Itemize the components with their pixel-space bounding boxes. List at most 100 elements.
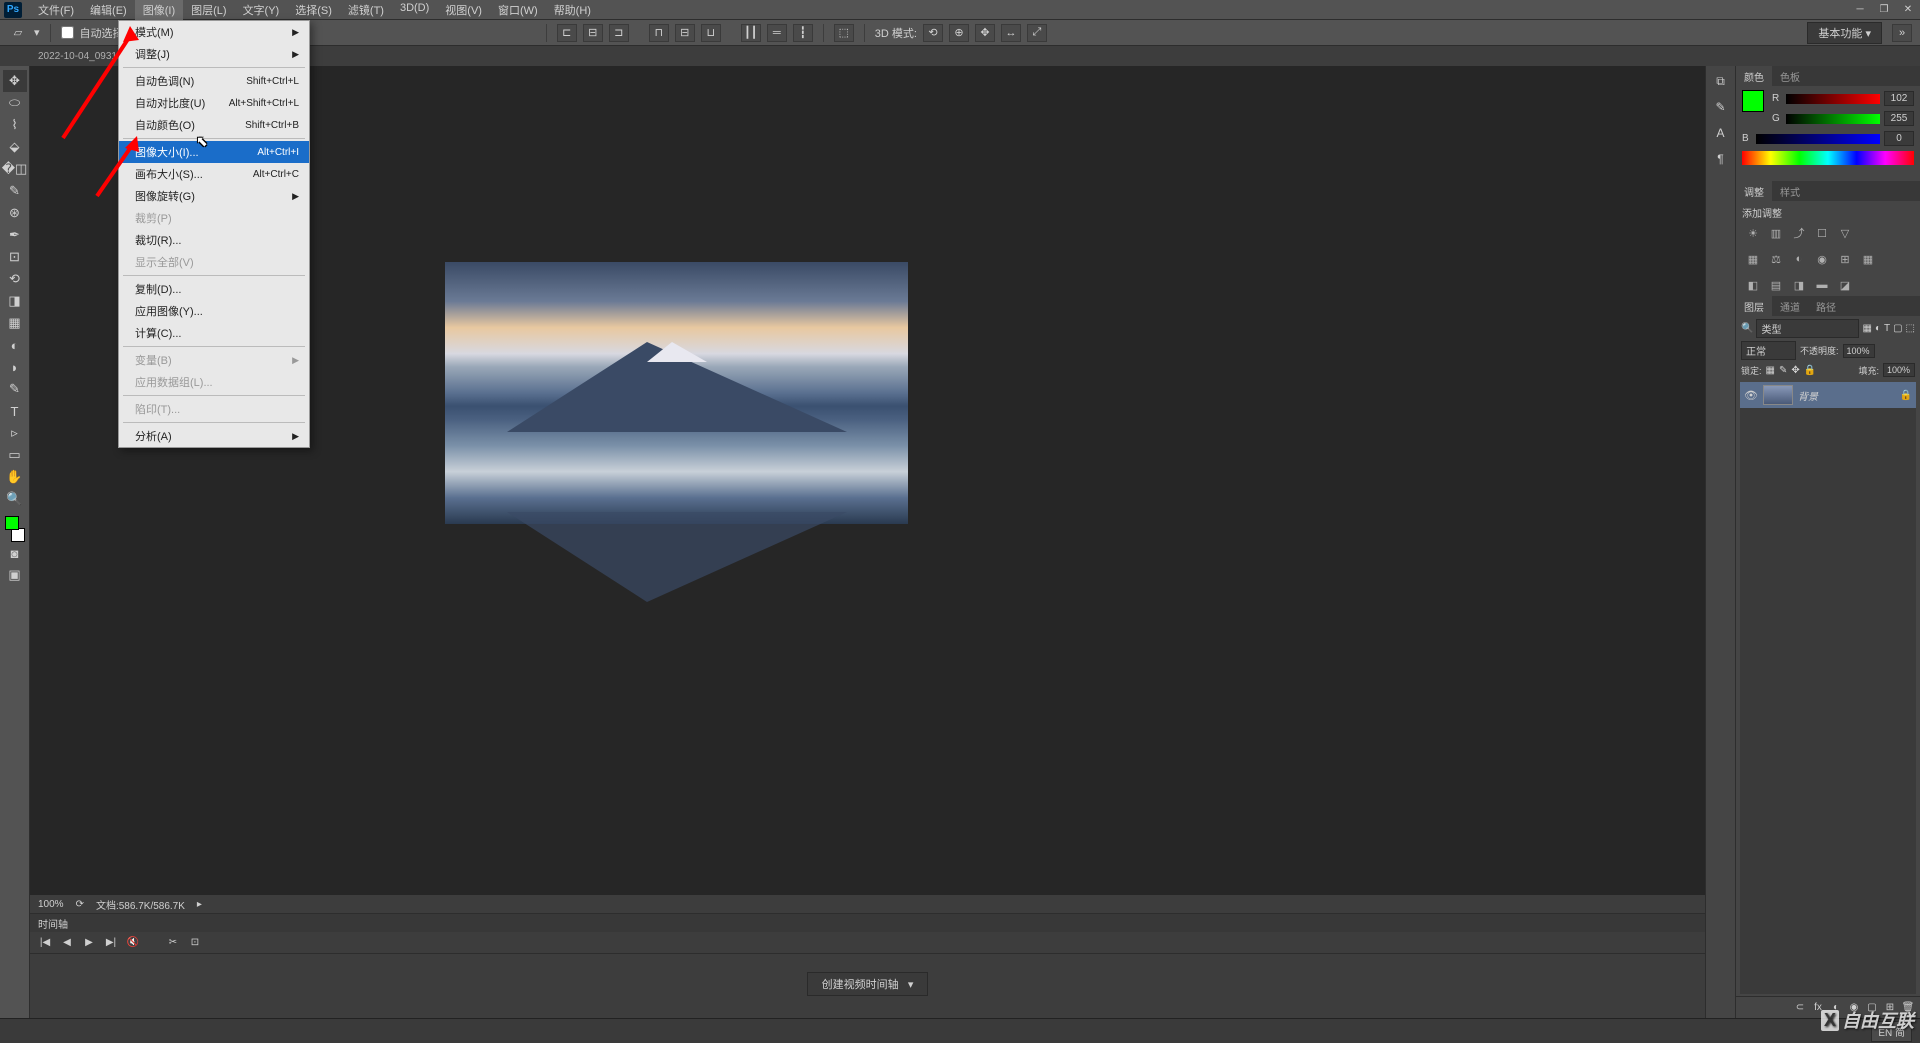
menu-item[interactable]: 图层(L) [183, 0, 234, 20]
menu-item[interactable]: 画布大小(S)...Alt+Ctrl+C [119, 163, 309, 185]
3d-roll-button[interactable]: ⊕ [949, 24, 969, 42]
tab-styles[interactable]: 样式 [1772, 181, 1808, 202]
zoom-level[interactable]: 100% [38, 899, 64, 910]
hue-icon[interactable]: ▦ [1744, 250, 1762, 268]
brush-panel-icon[interactable]: ✎ [1710, 96, 1732, 118]
distribute-h-button[interactable]: ┃┃ [741, 24, 761, 42]
3d-pan-button[interactable]: ✥ [975, 24, 995, 42]
align-middle-button[interactable]: ⊟ [675, 24, 695, 42]
align-top-button[interactable]: ⊓ [649, 24, 669, 42]
tl-transition-button[interactable]: ⊡ [188, 936, 202, 950]
layer-visibility-icon[interactable]: 👁 [1744, 389, 1758, 402]
doc-info[interactable]: 文档:586.7K/586.7K [96, 897, 185, 912]
threshold-icon[interactable]: ◨ [1790, 276, 1808, 294]
lock-pixels-icon[interactable]: ✎ [1779, 365, 1787, 376]
type-tool[interactable]: T [3, 400, 27, 422]
marquee-tool[interactable]: ⬭ [3, 92, 27, 114]
dodge-tool[interactable]: ◗ [3, 356, 27, 378]
menu-item[interactable]: 文字(Y) [235, 0, 288, 20]
menu-item[interactable]: 图像旋转(G)▶ [119, 185, 309, 207]
filter-type-icon[interactable]: T [1884, 323, 1890, 334]
panel-menu-button[interactable]: » [1892, 24, 1912, 42]
menu-item[interactable]: 应用图像(Y)... [119, 300, 309, 322]
menu-item[interactable]: 计算(C)... [119, 322, 309, 344]
sync-icon[interactable]: ⟳ [76, 899, 84, 910]
blur-tool[interactable]: ◐ [3, 334, 27, 356]
posterize-icon[interactable]: ▤ [1767, 276, 1785, 294]
menu-item[interactable]: 文件(F) [30, 0, 82, 20]
eraser-tool[interactable]: ◨ [3, 290, 27, 312]
dropdown-caret-icon[interactable]: ▾ [34, 26, 40, 39]
search-icon[interactable]: 🔍 [1741, 323, 1753, 334]
link-layers-button[interactable]: ⊂ [1793, 1001, 1807, 1015]
menu-item[interactable]: 视图(V) [437, 0, 490, 20]
menu-item[interactable]: 选择(S) [287, 0, 340, 20]
curves-icon[interactable]: ⤴ [1790, 224, 1808, 242]
layer-thumbnail[interactable] [1763, 385, 1793, 405]
photo-filter-icon[interactable]: ◉ [1813, 250, 1831, 268]
selective-color-icon[interactable]: ◪ [1836, 276, 1854, 294]
opacity-input[interactable]: 100% [1843, 344, 1875, 358]
menu-item[interactable]: 裁切(R)... [119, 229, 309, 251]
align-left-button[interactable]: ⊏ [557, 24, 577, 42]
menu-item[interactable]: 自动对比度(U)Alt+Shift+Ctrl+L [119, 92, 309, 114]
filter-image-icon[interactable]: ▦ [1862, 323, 1871, 334]
3d-option-button[interactable]: ⬚ [834, 24, 854, 42]
layer-item[interactable]: 👁 背景 🔒 [1740, 382, 1916, 408]
path-select-tool[interactable]: ▹ [3, 422, 27, 444]
background-color-swatch[interactable] [11, 528, 25, 542]
color-balance-icon[interactable]: ⚖ [1767, 250, 1785, 268]
bw-icon[interactable]: ◐ [1790, 250, 1808, 268]
move-tool[interactable]: ✥ [3, 70, 27, 92]
color-preview[interactable] [1742, 90, 1764, 112]
healing-tool[interactable]: ⊛ [3, 202, 27, 224]
vibrance-icon[interactable]: ▽ [1836, 224, 1854, 242]
lock-all-icon[interactable]: 🔒 [1804, 365, 1816, 376]
b-value[interactable]: 0 [1884, 131, 1914, 146]
align-right-button[interactable]: ⊐ [609, 24, 629, 42]
zoom-tool[interactable]: 🔍 [3, 488, 27, 510]
menu-item[interactable]: 帮助(H) [546, 0, 599, 20]
menu-item[interactable]: 自动色调(N)Shift+Ctrl+L [119, 70, 309, 92]
gradient-map-icon[interactable]: ▬ [1813, 276, 1831, 294]
tl-next-frame-button[interactable]: ▶| [104, 936, 118, 950]
distribute-button[interactable]: ┇ [793, 24, 813, 42]
3d-slide-button[interactable]: ↔ [1001, 24, 1021, 42]
stamp-tool[interactable]: ⊡ [3, 246, 27, 268]
channel-mixer-icon[interactable]: ⊞ [1836, 250, 1854, 268]
create-video-timeline-button[interactable]: 创建视频时间轴 ▾ [807, 972, 929, 996]
filter-smart-icon[interactable]: ⬚ [1906, 323, 1915, 334]
menu-item[interactable]: 3D(D) [392, 0, 437, 20]
character-panel-icon[interactable]: A [1710, 122, 1732, 144]
close-button[interactable]: ✕ [1896, 1, 1920, 19]
maximize-button[interactable]: ❐ [1872, 1, 1896, 19]
menu-item[interactable]: 图像大小(I)...Alt+Ctrl+I [119, 141, 309, 163]
minimize-button[interactable]: ─ [1848, 1, 1872, 19]
quick-mask-button[interactable]: ◙ [3, 542, 27, 564]
brightness-icon[interactable]: ☀ [1744, 224, 1762, 242]
brush-tool[interactable]: ✒ [3, 224, 27, 246]
b-slider[interactable] [1756, 134, 1880, 144]
hand-tool[interactable]: ✋ [3, 466, 27, 488]
shape-tool[interactable]: ▭ [3, 444, 27, 466]
menu-item[interactable]: 自动颜色(O)Shift+Ctrl+B [119, 114, 309, 136]
align-center-h-button[interactable]: ⊟ [583, 24, 603, 42]
blend-mode-dropdown[interactable]: 正常 [1741, 341, 1796, 360]
menu-item[interactable]: 滤镜(T) [340, 0, 392, 20]
filter-shape-icon[interactable]: ▢ [1893, 323, 1902, 334]
tab-channels[interactable]: 通道 [1772, 296, 1808, 317]
align-bottom-button[interactable]: ⊔ [701, 24, 721, 42]
menu-item[interactable]: 分析(A)▶ [119, 425, 309, 447]
workspace-switcher[interactable]: 基本功能 ▾ [1807, 22, 1882, 44]
tl-play-button[interactable]: ▶ [82, 936, 96, 950]
screen-mode-button[interactable]: ▣ [3, 564, 27, 586]
menu-item[interactable]: 复制(D)... [119, 278, 309, 300]
fill-input[interactable]: 100% [1883, 363, 1915, 377]
menu-item[interactable]: 图像(I) [135, 0, 183, 20]
filter-adjust-icon[interactable]: ◐ [1875, 323, 1881, 334]
g-value[interactable]: 255 [1884, 111, 1914, 126]
layer-filter-dropdown[interactable]: 类型 [1756, 319, 1859, 338]
doc-info-arrow[interactable]: ▸ [197, 899, 202, 910]
tab-swatches[interactable]: 色板 [1772, 66, 1808, 87]
distribute-v-button[interactable]: ═ [767, 24, 787, 42]
